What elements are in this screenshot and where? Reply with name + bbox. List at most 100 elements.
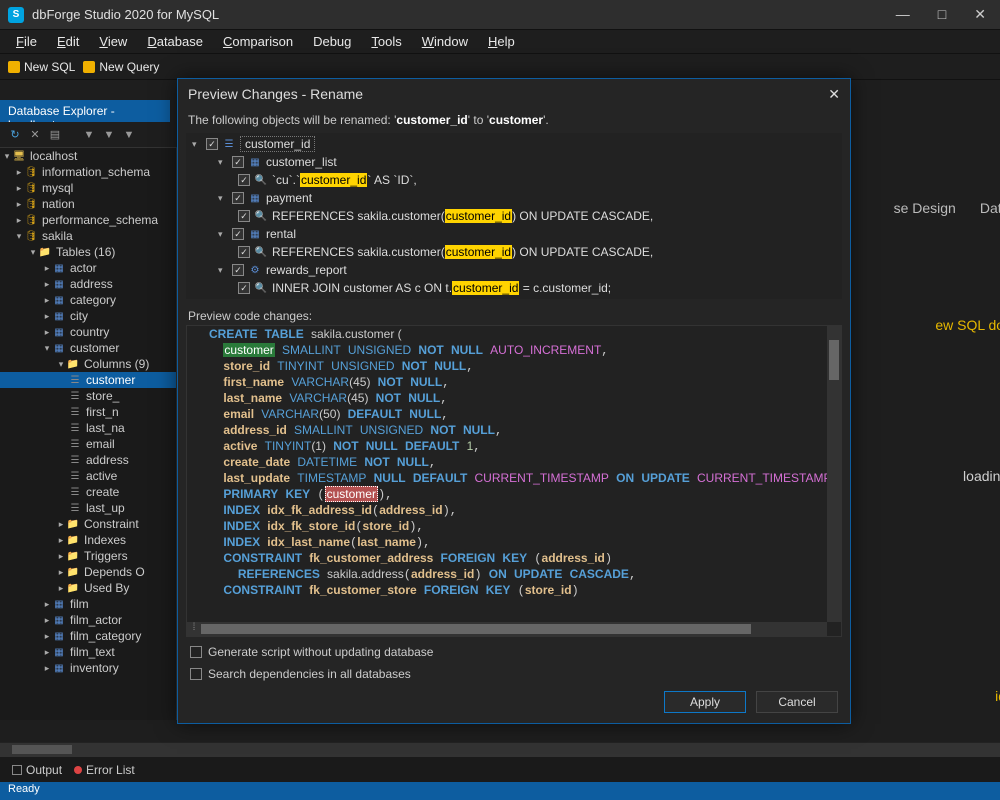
tree-column[interactable]: ☰address [0, 452, 176, 468]
tree-db[interactable]: ▸🛢performance_schema [0, 212, 176, 228]
expand-icon[interactable]: ▾ [218, 157, 228, 168]
checkbox[interactable]: ✓ [232, 264, 244, 276]
checkbox[interactable]: ✓ [206, 138, 218, 150]
new-sql-button[interactable]: New SQL [8, 60, 75, 74]
scrollbar-thumb[interactable] [12, 745, 72, 754]
checkbox[interactable]: ✓ [238, 246, 250, 258]
scrollbar-thumb[interactable] [829, 340, 839, 380]
tree-table[interactable]: ▸▦city [0, 308, 176, 324]
changes-item-customer-list[interactable]: ▾ ✓ ▦ customer_list [188, 153, 840, 171]
menu-debug[interactable]: Debug [305, 32, 359, 51]
menu-database[interactable]: Database [139, 32, 211, 51]
refresh-icon[interactable]: ↻ [8, 128, 22, 142]
dialog-titlebar[interactable]: Preview Changes - Rename ✕ [178, 79, 850, 109]
menu-help[interactable]: Help [480, 32, 523, 51]
tree-column[interactable]: ☰email [0, 436, 176, 452]
window-icon[interactable]: ▤ [48, 128, 62, 142]
filter2-icon[interactable]: ▼ [102, 128, 116, 142]
disconnect-icon[interactable]: ✕ [28, 128, 42, 142]
checkbox[interactable]: ✓ [238, 282, 250, 294]
changes-root[interactable]: ▾ ✓ ☰ customer_id [188, 135, 618, 153]
close-button[interactable]: ✕ [968, 4, 992, 25]
filter3-icon[interactable]: ▼ [122, 128, 136, 142]
tree-table[interactable]: ▸▦film [0, 596, 176, 612]
menu-comparison[interactable]: Comparison [215, 32, 301, 51]
menu-window[interactable]: Window [414, 32, 476, 51]
tree-subfolder[interactable]: ▸📁Constraint [0, 516, 176, 532]
tree-columns-folder[interactable]: ▾📁Columns (9) [0, 356, 176, 372]
cancel-button[interactable]: Cancel [756, 691, 838, 713]
maximize-button[interactable]: □ [932, 4, 952, 25]
apply-button[interactable]: Apply [664, 691, 746, 713]
tree-tables-folder[interactable]: ▾📁Tables (16) [0, 244, 176, 260]
code-hscrollbar[interactable] [187, 622, 827, 636]
changes-detail[interactable]: ✓ 🔍 REFERENCES sakila.customer(customer_… [188, 207, 840, 225]
tree-column[interactable]: ☰create [0, 484, 176, 500]
error-list-tab[interactable]: Error List [74, 763, 135, 777]
minimize-button[interactable]: — [890, 4, 916, 25]
tree-table[interactable]: ▸▦inventory [0, 660, 176, 676]
expand-icon[interactable]: ▾ [218, 265, 228, 276]
explorer-hscrollbar[interactable] [0, 742, 1000, 756]
column-icon: ☰ [68, 454, 82, 466]
tree-db-sakila[interactable]: ▾🛢sakila [0, 228, 176, 244]
tab-design[interactable]: se Design [894, 200, 956, 230]
checkbox[interactable]: ✓ [238, 174, 250, 186]
tree-table[interactable]: ▸▦actor [0, 260, 176, 276]
code-preview-pane[interactable]: CREATE TABLE sakila.customer ( customer … [186, 325, 842, 637]
table-icon: ▦ [52, 342, 66, 354]
tree-db[interactable]: ▸🛢mysql [0, 180, 176, 196]
tree-column[interactable]: ☰last_up [0, 500, 176, 516]
tree-db[interactable]: ▸🛢nation [0, 196, 176, 212]
tree-table[interactable]: ▸▦film_text [0, 644, 176, 660]
menu-tools[interactable]: Tools [363, 32, 409, 51]
bg-link-newsql[interactable]: ew SQL document [935, 317, 1000, 333]
tab-dbsync[interactable]: Database Sy [980, 200, 1000, 230]
changes-detail[interactable]: ✓ 🔍 `cu`.`customer_id` AS `ID`, [188, 171, 840, 189]
tree-subfolder[interactable]: ▸📁Used By [0, 580, 176, 596]
bg-link-odbc[interactable]: id Other Updates in ODB [995, 688, 1000, 704]
tree-table[interactable]: ▸▦address [0, 276, 176, 292]
tree-table[interactable]: ▸▦film_actor [0, 612, 176, 628]
changes-item-rewards[interactable]: ▾ ✓ ⚙ rewards_report [188, 261, 840, 279]
checkbox[interactable] [190, 668, 202, 680]
tree-column[interactable]: ☰first_n [0, 404, 176, 420]
checkbox[interactable]: ✓ [238, 210, 250, 222]
checkbox[interactable]: ✓ [232, 156, 244, 168]
opt-search-deps[interactable]: Search dependencies in all databases [190, 667, 838, 681]
output-tab[interactable]: Output [12, 763, 62, 777]
tree-column[interactable]: ☰last_na [0, 420, 176, 436]
changes-item-rental[interactable]: ▾ ✓ ▦ rental [188, 225, 840, 243]
opt-generate-script[interactable]: Generate script without updating databas… [190, 645, 838, 659]
tree-table[interactable]: ▸▦country [0, 324, 176, 340]
tree-table-customer[interactable]: ▾▦customer [0, 340, 176, 356]
expand-icon[interactable]: ▾ [218, 229, 228, 240]
tree-server[interactable]: ▾🖥localhost [0, 148, 176, 164]
tree-table[interactable]: ▸▦category [0, 292, 176, 308]
tree-column[interactable]: ☰store_ [0, 388, 176, 404]
filter1-icon[interactable]: ▼ [82, 128, 96, 142]
changes-detail[interactable]: ✓ 🔍 INNER JOIN customer AS c ON t.custom… [188, 279, 840, 297]
view-icon: ▦ [248, 156, 262, 168]
tree-column-customer[interactable]: ☰customer [0, 372, 176, 388]
changes-item-payment[interactable]: ▾ ✓ ▦ payment [188, 189, 840, 207]
checkbox[interactable]: ✓ [232, 228, 244, 240]
new-query-button[interactable]: New Query [83, 60, 159, 74]
menu-view[interactable]: View [91, 32, 135, 51]
menu-file[interactable]: File [8, 32, 45, 51]
checkbox[interactable]: ✓ [232, 192, 244, 204]
menu-edit[interactable]: Edit [49, 32, 87, 51]
tree-subfolder[interactable]: ▸📁Depends O [0, 564, 176, 580]
changes-detail[interactable]: ✓ 🔍 REFERENCES sakila.customer(customer_… [188, 243, 840, 261]
tree-column[interactable]: ☰active [0, 468, 176, 484]
scrollbar-thumb[interactable] [201, 624, 751, 634]
tree-subfolder[interactable]: ▸📁Triggers [0, 548, 176, 564]
dialog-close-button[interactable]: ✕ [828, 86, 840, 103]
expand-icon[interactable]: ▾ [218, 193, 228, 204]
code-vscrollbar[interactable] [827, 326, 841, 622]
expand-icon[interactable]: ▾ [192, 139, 202, 150]
checkbox[interactable] [190, 646, 202, 658]
tree-db[interactable]: ▸🛢information_schema [0, 164, 176, 180]
tree-table[interactable]: ▸▦film_category [0, 628, 176, 644]
tree-subfolder[interactable]: ▸📁Indexes [0, 532, 176, 548]
